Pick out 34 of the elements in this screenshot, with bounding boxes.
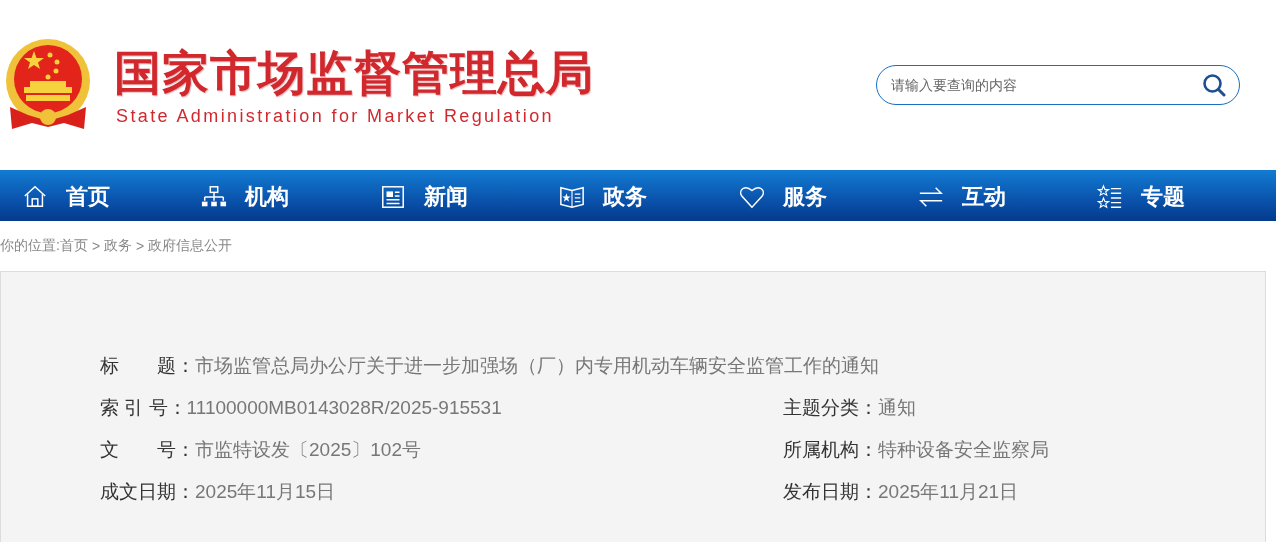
- breadcrumb-label: 你的位置:: [0, 237, 60, 255]
- nav-tab[interactable]: 服务: [782, 183, 827, 210]
- field-value: 特种设备安全监察局: [878, 438, 1049, 462]
- nav-tab[interactable]: 新闻: [424, 183, 469, 210]
- field-value: 市监特设发〔2025〕102号: [195, 438, 421, 462]
- field-value: 2025年11月15日: [195, 480, 336, 504]
- breadcrumb-separator: >: [136, 238, 145, 254]
- field-label: 文 号：: [100, 438, 195, 462]
- field-label: 成文日期：: [100, 480, 195, 504]
- field-label: 所属机构：: [783, 438, 878, 462]
- newspaper-icon[interactable]: [380, 183, 407, 210]
- nav-tab[interactable]: 专题: [1140, 183, 1185, 210]
- star-list-icon[interactable]: [1096, 183, 1123, 210]
- field-label: 发布日期：: [783, 480, 878, 504]
- field-label: 标 题：: [100, 354, 195, 378]
- field-value: 2025年11月21日: [878, 480, 1019, 504]
- agency-name: 国家市场监督管理总局: [114, 45, 594, 101]
- breadcrumb-link[interactable]: 政务: [104, 237, 133, 255]
- agency-english-name: State Administration for Market Regulation: [115, 105, 555, 127]
- nav-tab[interactable]: 互动: [961, 183, 1006, 210]
- field-label: 主题分类：: [783, 396, 878, 420]
- field-value: 通知: [878, 396, 916, 420]
- search-field[interactable]: 请输入要查询的内容: [876, 65, 1240, 105]
- field-value: 11100000MB0143028R/2025-915531: [186, 397, 502, 419]
- breadcrumb-separator: >: [91, 238, 101, 254]
- field-value: 市场监管总局办公厅关于进一步加强场（厂）内专用机动车辆安全监管工作的通知: [195, 354, 879, 378]
- breadcrumb-link[interactable]: 政府信息公开: [148, 237, 233, 255]
- breadcrumb-link[interactable]: 首页: [59, 237, 88, 255]
- field-label: 索 引 号：: [100, 396, 187, 420]
- nav-tab[interactable]: 机构: [245, 183, 290, 210]
- nav-tab[interactable]: 首页: [66, 183, 110, 210]
- home-icon[interactable]: [22, 183, 48, 210]
- nav-tab[interactable]: 政务: [603, 183, 648, 210]
- search-icon[interactable]: [1202, 73, 1226, 97]
